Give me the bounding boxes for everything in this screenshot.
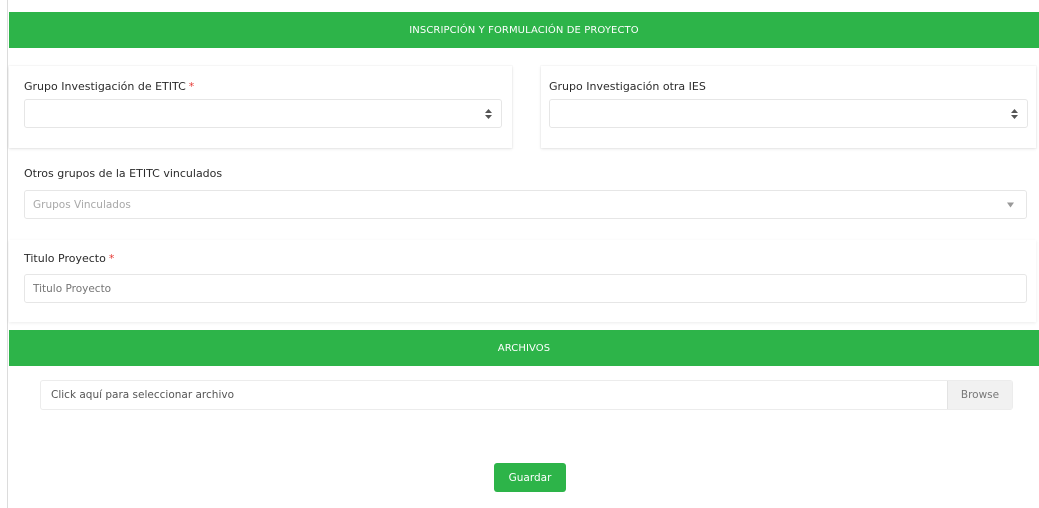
otros-grupos-label: Otros grupos de la ETITC vinculados bbox=[24, 167, 223, 180]
page-left-border bbox=[7, 0, 8, 508]
browse-button[interactable]: Browse bbox=[947, 381, 1012, 409]
required-mark: * bbox=[108, 252, 115, 265]
sort-arrows-icon bbox=[1011, 108, 1018, 119]
grupo-etitc-label: Grupo Investigación de ETITC * bbox=[24, 80, 195, 93]
grupo-otra-ies-select[interactable] bbox=[549, 99, 1028, 128]
titulo-label: Titulo Proyecto * bbox=[24, 252, 115, 265]
chevron-down-icon bbox=[1007, 202, 1014, 207]
card-grupo-otra-ies: Grupo Investigación otra IES bbox=[541, 66, 1036, 148]
required-mark: * bbox=[188, 80, 195, 93]
file-picker-placeholder: Click aquí para seleccionar archivo bbox=[51, 389, 234, 401]
save-button[interactable]: Guardar bbox=[494, 463, 566, 492]
grupo-otra-ies-label: Grupo Investigación otra IES bbox=[549, 80, 706, 93]
otros-grupos-placeholder: Grupos Vinculados bbox=[33, 198, 131, 211]
section-banner-files: ARCHIVOS bbox=[9, 330, 1039, 366]
section-banner-registration: INSCRIPCIÓN Y FORMULACIÓN DE PROYECTO bbox=[9, 12, 1039, 48]
sort-arrows-icon bbox=[485, 108, 492, 119]
grupo-etitc-select[interactable] bbox=[24, 99, 502, 128]
otros-grupos-multiselect[interactable]: Grupos Vinculados bbox=[24, 190, 1027, 219]
file-picker[interactable]: Click aquí para seleccionar archivo Brow… bbox=[40, 380, 1013, 410]
card-titulo-proyecto: Titulo Proyecto * bbox=[9, 240, 1036, 322]
card-grupo-etitc: Grupo Investigación de ETITC * bbox=[9, 66, 512, 148]
titulo-input[interactable] bbox=[24, 274, 1027, 303]
